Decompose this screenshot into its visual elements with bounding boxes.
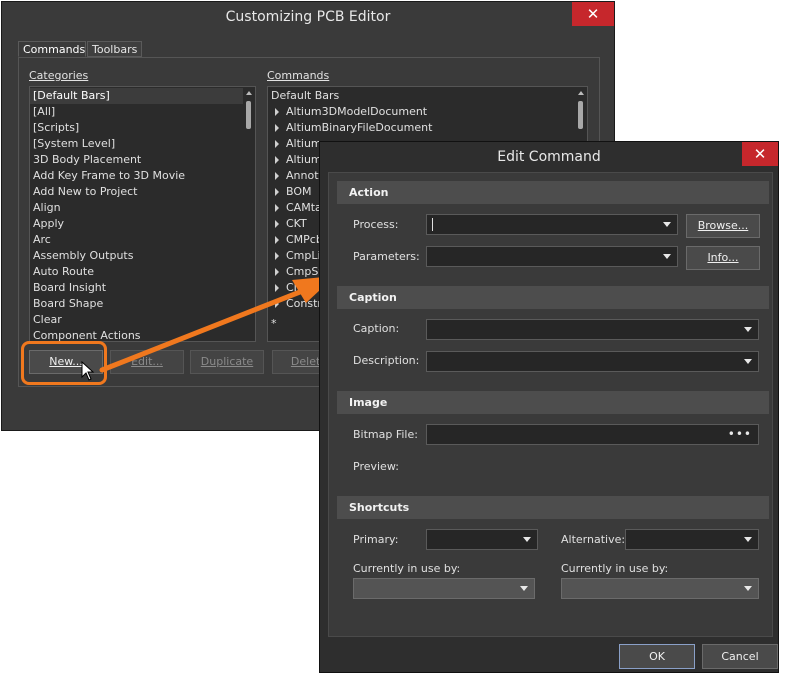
browse-button[interactable]: Browse... [686, 214, 760, 238]
parameters-combobox[interactable] [426, 246, 678, 267]
alternative-shortcut-combobox[interactable] [625, 529, 759, 550]
primary-in-use-label: Currently in use by: [353, 562, 461, 575]
process-label-text: Process: [353, 218, 399, 231]
process-label: Process: [353, 218, 398, 231]
description-label-text: Description: [353, 354, 420, 367]
description-label: Description: [353, 354, 419, 367]
section-image: Image [337, 391, 769, 414]
chevron-down-icon[interactable] [523, 537, 531, 542]
chevron-down-icon[interactable] [520, 586, 528, 591]
bitmap-file-label: Bitmap File: [353, 428, 418, 441]
alternative-label: Alternative: [561, 533, 625, 546]
edit-command-dialog: Edit Command ✕ Action Process: Browse...… [319, 141, 779, 673]
edit-command-title: Edit Command [320, 142, 778, 172]
ok-button[interactable]: OK [619, 644, 695, 669]
section-caption: Caption [337, 286, 769, 309]
section-action: Action [337, 181, 769, 204]
chevron-down-icon[interactable] [744, 359, 752, 364]
description-combobox[interactable] [426, 351, 759, 372]
process-combobox[interactable] [426, 214, 678, 235]
parameters-label-text: Parameters: [353, 250, 420, 263]
section-shortcuts: Shortcuts [337, 496, 769, 519]
parameters-label: Parameters: [353, 250, 420, 263]
info-button-label: Info... [707, 251, 739, 264]
chevron-down-icon[interactable] [744, 537, 752, 542]
edit-command-close-button[interactable]: ✕ [742, 142, 778, 166]
browse-button-label: Browse... [697, 219, 749, 232]
alternative-in-use-combobox[interactable] [561, 578, 759, 599]
chevron-down-icon[interactable] [663, 222, 671, 227]
primary-shortcut-combobox[interactable] [426, 529, 538, 550]
chevron-down-icon[interactable] [663, 254, 671, 259]
cancel-button[interactable]: Cancel [702, 644, 778, 669]
text-caret [432, 218, 433, 231]
edit-command-body: Action Process: Browse... Parameters: In… [328, 172, 773, 637]
caption-combobox[interactable] [426, 319, 759, 340]
caption-label-text: Caption: [353, 322, 400, 335]
primary-label: Primary: [353, 533, 399, 546]
alternative-in-use-label: Currently in use by: [561, 562, 669, 575]
chevron-down-icon[interactable] [744, 586, 752, 591]
info-button[interactable]: Info... [686, 246, 760, 270]
bitmap-file-field[interactable]: ••• [426, 424, 759, 445]
ellipsis-browse-icon[interactable]: ••• [728, 427, 752, 441]
preview-label: Preview: [353, 460, 399, 473]
bitmap-file-label-text: Bitmap File: [353, 428, 418, 441]
chevron-down-icon[interactable] [744, 327, 752, 332]
alternative-label-text: Alternative: [561, 533, 626, 546]
caption-label: Caption: [353, 322, 399, 335]
primary-in-use-combobox[interactable] [353, 578, 535, 599]
